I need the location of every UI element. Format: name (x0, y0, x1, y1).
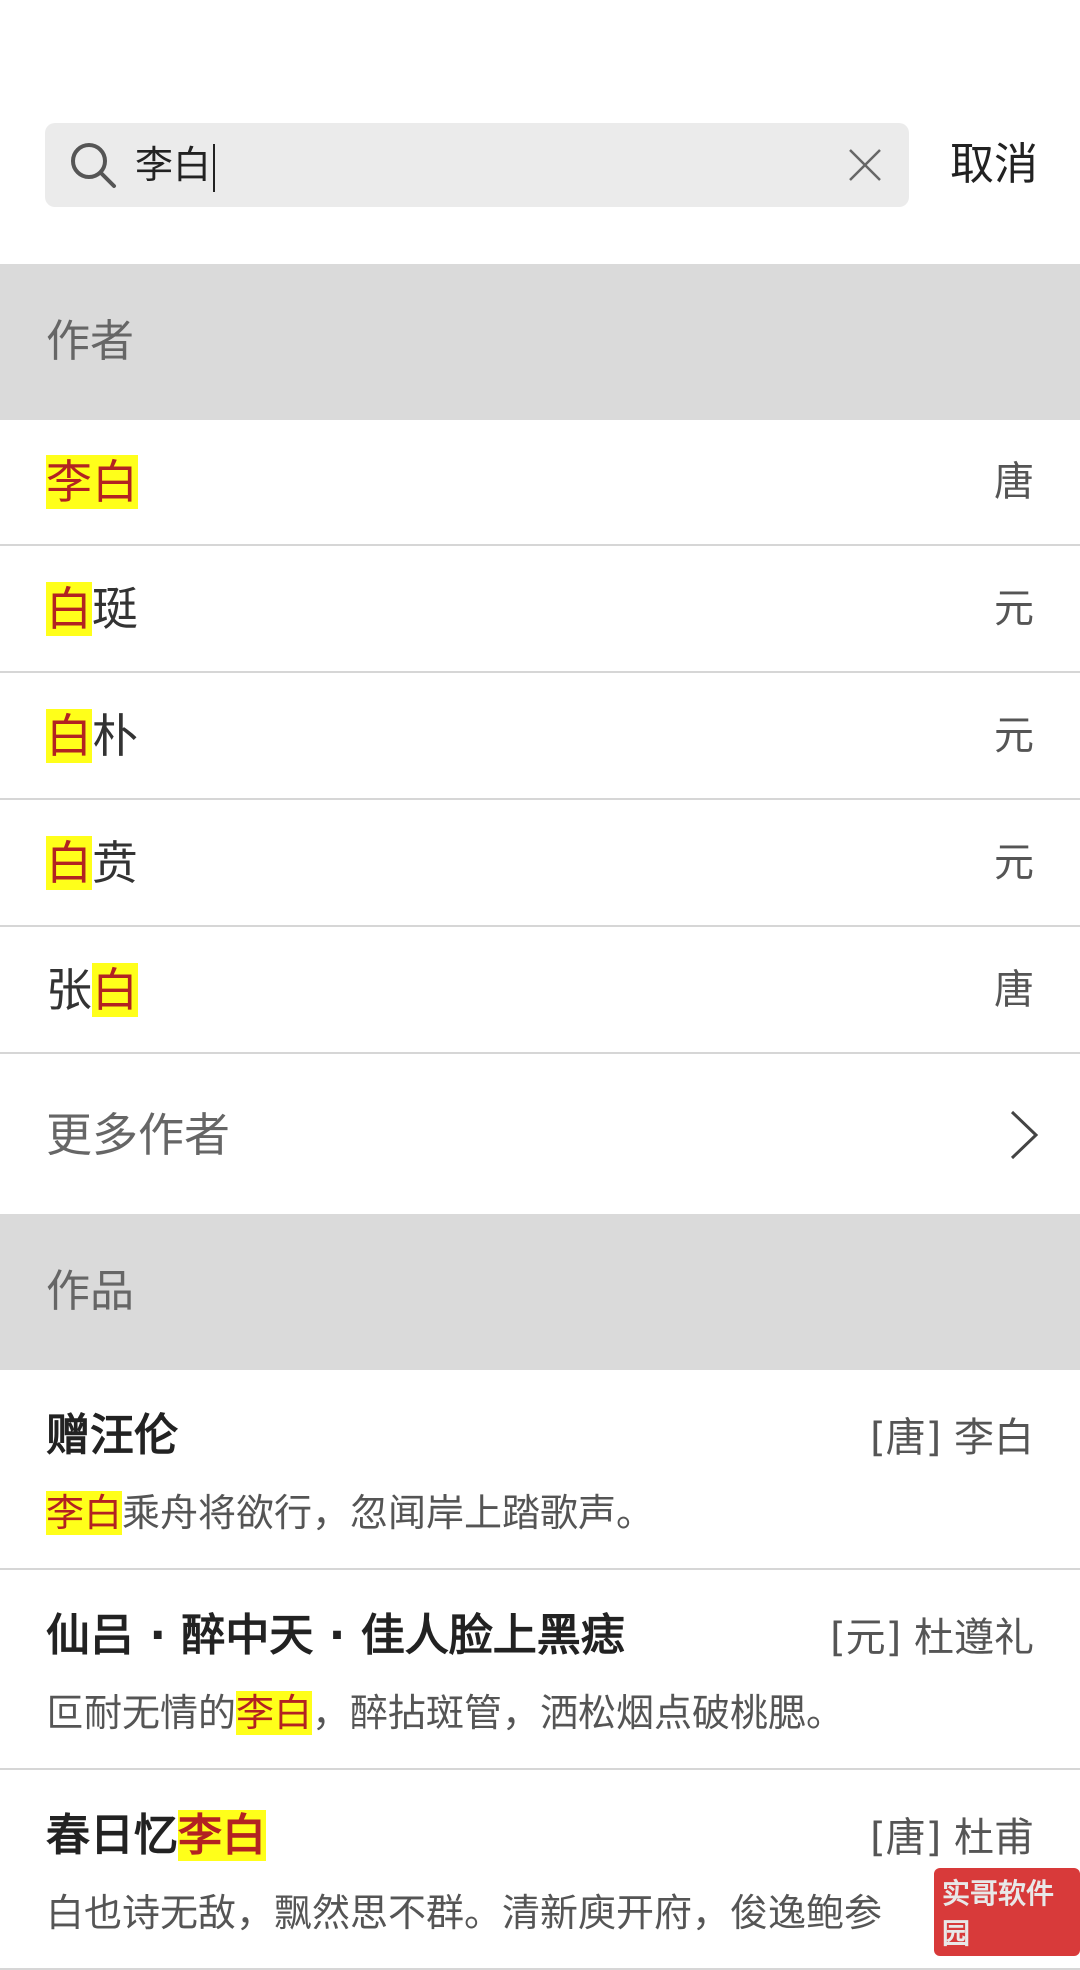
cancel-button[interactable]: 取消 (950, 123, 1038, 207)
work-row[interactable]: 赠汪伦 [唐] 李白李白乘舟将欲行，忽闻岸上踏歌声。 (0, 1370, 1080, 1570)
work-row[interactable]: 仙吕 · 醉中天 · 佳人脸上黑痣 [元] 杜遵礼叵耐无情的李白，醉拈斑管，洒松烟… (0, 1570, 1080, 1770)
text-segment: 仙吕 · 醉中天 · 佳人脸上黑痣 (46, 1610, 625, 1661)
section-header-works: 作品 (0, 1214, 1080, 1370)
text-segment: ，醉拈斑管，洒松烟点破桃腮。 (312, 1691, 845, 1735)
text-segment: 朴 (92, 709, 138, 763)
highlighted-text: 白 (46, 709, 92, 763)
more-authors-label: 更多作者 (46, 1108, 230, 1162)
highlighted-text: 白 (46, 836, 92, 890)
highlighted-text: 白 (46, 582, 92, 636)
work-title: 赠汪伦 (46, 1408, 178, 1464)
author-dynasty: 元 (994, 586, 1034, 632)
highlighted-text: 李白 (178, 1810, 266, 1861)
text-caret (213, 143, 216, 192)
author-dynasty: 唐 (994, 459, 1034, 505)
author-dynasty: 唐 (994, 967, 1034, 1013)
author-dynasty: 元 (994, 713, 1034, 759)
work-author: [唐] 杜甫 (870, 1815, 1034, 1861)
chevron-right-icon (1010, 1110, 1039, 1160)
text-segment: 白也诗无敌，飘然思不群。清新庾开府，俊逸鲍参 (46, 1891, 883, 1935)
highlighted-text: 李白 (236, 1691, 313, 1735)
author-name: 张白 (46, 928, 138, 1052)
text-segment: 叵耐无情的 (46, 1691, 237, 1735)
author-row[interactable]: 白珽 元 (0, 547, 1080, 673)
work-author: [元] 杜遵礼 (830, 1615, 1034, 1661)
author-name: 白贲 (46, 801, 138, 925)
search-bar-area: 李白 取消 (0, 0, 1080, 264)
text-segment: 乘舟将欲行，忽闻岸上踏歌声。 (122, 1491, 655, 1535)
work-author: [唐] 李白 (870, 1415, 1034, 1461)
section-title: 作品 (46, 1266, 134, 1317)
search-icon (71, 143, 116, 188)
section-title: 作者 (46, 316, 134, 367)
section-header-authors: 作者 (0, 264, 1080, 420)
work-excerpt: 白也诗无敌，飘然思不群。清新庾开府，俊逸鲍参 (46, 1886, 882, 1940)
text-segment: 贲 (92, 836, 138, 890)
author-name: 李白 (46, 420, 138, 544)
text-segment: 珽 (92, 582, 138, 636)
author-name: 白珽 (46, 547, 138, 671)
author-name: 白朴 (46, 674, 138, 798)
work-title: 仙吕 · 醉中天 · 佳人脸上黑痣 (46, 1608, 625, 1664)
author-row[interactable]: 张白 唐 (0, 928, 1080, 1054)
search-input[interactable]: 李白 (135, 123, 216, 207)
text-segment: 春日忆 (46, 1810, 178, 1861)
work-excerpt: 李白乘舟将欲行，忽闻岸上踏歌声。 (46, 1486, 654, 1540)
highlighted-text: 李白 (46, 1491, 123, 1535)
search-box[interactable]: 李白 (45, 123, 909, 207)
work-row[interactable]: 春日忆李白 [唐] 杜甫白也诗无敌，飘然思不群。清新庾开府，俊逸鲍参 (0, 1770, 1080, 1970)
author-row[interactable]: 李白 唐 (0, 420, 1080, 546)
author-row[interactable]: 白朴 元 (0, 674, 1080, 800)
highlighted-text: 李白 (46, 455, 138, 509)
work-excerpt: 叵耐无情的李白，醉拈斑管，洒松烟点破桃腮。 (46, 1686, 844, 1740)
work-title: 春日忆李白 (46, 1808, 266, 1864)
watermark-logo: 实哥软件园 (934, 1868, 1080, 1956)
highlighted-text: 白 (92, 963, 138, 1017)
more-authors-button[interactable]: 更多作者 (0, 1056, 1080, 1214)
text-segment: 赠汪伦 (46, 1410, 178, 1461)
author-row[interactable]: 白贲 元 (0, 801, 1080, 927)
author-dynasty: 元 (994, 840, 1034, 886)
close-icon[interactable] (847, 147, 883, 183)
text-segment: 张 (46, 963, 92, 1017)
